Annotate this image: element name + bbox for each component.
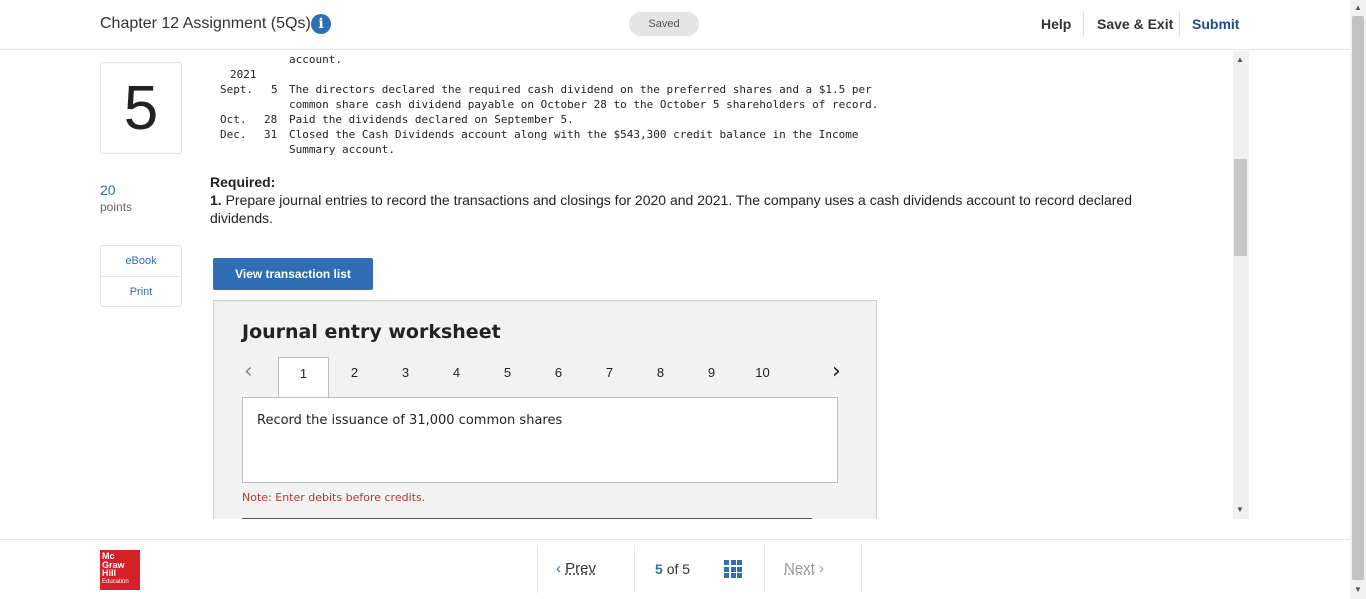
problem-date-label: Dec.: [220, 128, 247, 141]
worksheet-tab[interactable]: 10: [737, 357, 788, 398]
worksheet-tab[interactable]: 4: [431, 357, 482, 398]
of-label: of: [666, 561, 679, 577]
problem-day: 28: [264, 113, 278, 126]
question-number: 5: [100, 62, 182, 154]
problem-line: Closed the Cash Dividends account along …: [289, 128, 859, 141]
header-divider: [1083, 12, 1084, 36]
print-button[interactable]: Print: [101, 276, 181, 306]
chevron-left-icon: ‹: [556, 560, 561, 577]
prev-label: Prev: [565, 560, 597, 577]
journal-entry-worksheet: Journal entry worksheet ‹ 1 2 3 4 5 6 7 …: [213, 300, 877, 519]
save-exit-link[interactable]: Save & Exit: [1097, 16, 1173, 32]
worksheet-description: Record the issuance of 31,000 common sha…: [257, 413, 563, 428]
scroll-down-icon[interactable]: ▼: [1236, 505, 1244, 514]
worksheet-title: Journal entry worksheet: [242, 321, 501, 343]
top-header: Chapter 12 Assignment (5Qs) i Saved Help…: [0, 0, 1350, 50]
problem-year: 2021: [230, 68, 257, 81]
worksheet-tab[interactable]: 9: [686, 357, 737, 398]
worksheet-tab[interactable]: 5: [482, 357, 533, 398]
content-scrollbar[interactable]: [1233, 51, 1249, 519]
required-heading: Required:: [210, 174, 276, 190]
required-item-number: 1.: [210, 192, 222, 208]
info-icon[interactable]: i: [311, 14, 331, 34]
worksheet-tab[interactable]: 7: [584, 357, 635, 398]
problem-date-label: Sept.: [220, 83, 254, 96]
divider: [537, 545, 538, 593]
problem-line: common share cash dividend payable on Oc…: [289, 98, 879, 111]
assignment-title: Chapter 12 Assignment (5Qs): [100, 15, 311, 32]
required-item: 1. Prepare journal entries to record the…: [210, 191, 1150, 227]
logo-text: Hill: [102, 568, 117, 578]
worksheet-panel: Record the issuance of 31,000 common sha…: [242, 397, 838, 483]
next-button[interactable]: Next ›: [784, 560, 824, 577]
mcgraw-hill-logo: Mc Graw Hill Education: [100, 550, 140, 590]
page-indicator: 5 of 5: [655, 561, 690, 577]
points-value: 20: [100, 182, 116, 198]
problem-line: Paid the dividends declared on September…: [289, 113, 574, 126]
divider: [764, 545, 765, 593]
view-transaction-list-button[interactable]: View transaction list: [213, 258, 373, 290]
window-scrollbar-thumb[interactable]: [1352, 16, 1364, 580]
current-page: 5: [655, 561, 663, 577]
chevron-right-icon[interactable]: ›: [832, 359, 841, 384]
problem-line: Summary account.: [289, 143, 395, 156]
worksheet-tab[interactable]: 8: [635, 357, 686, 398]
question-tools: eBook Print: [100, 245, 182, 307]
worksheet-tab[interactable]: 6: [533, 357, 584, 398]
required-item-text: Prepare journal entries to record the tr…: [210, 192, 1132, 226]
divider: [861, 545, 862, 593]
problem-line: The directors declared the required cash…: [289, 83, 872, 96]
worksheet-note: Note: Enter debits before credits.: [242, 491, 426, 504]
prev-button[interactable]: ‹ Prev: [556, 560, 596, 577]
submit-link[interactable]: Submit: [1192, 16, 1239, 32]
chevron-right-icon: ›: [819, 560, 825, 577]
points-label: points: [100, 200, 133, 214]
divider: [242, 518, 812, 519]
total-pages: 5: [682, 561, 691, 577]
divider: [634, 545, 635, 593]
worksheet-tabs: 1 2 3 4 5 6 7 8 9 10: [278, 357, 788, 399]
question-content: account. 2021 Sept. 5 The directors decl…: [196, 51, 1232, 519]
next-label: Next: [784, 560, 815, 577]
problem-date-label: Oct.: [220, 113, 247, 126]
scroll-up-icon[interactable]: ▲: [1236, 55, 1244, 64]
ebook-button[interactable]: eBook: [101, 246, 181, 276]
saved-status-badge: Saved: [629, 12, 699, 36]
scroll-up-icon[interactable]: ▲: [1354, 3, 1362, 12]
worksheet-tab[interactable]: 1: [278, 357, 329, 399]
header-divider: [1179, 12, 1180, 36]
problem-line: account.: [289, 53, 342, 66]
scroll-down-icon[interactable]: ▼: [1354, 585, 1362, 594]
worksheet-tab[interactable]: 2: [329, 357, 380, 398]
grid-icon[interactable]: [724, 560, 742, 578]
problem-day: 31: [264, 128, 278, 141]
problem-day: 5: [271, 83, 278, 96]
logo-text: Education: [102, 578, 129, 585]
worksheet-tab[interactable]: 3: [380, 357, 431, 398]
chevron-left-icon[interactable]: ‹: [244, 359, 253, 384]
help-link[interactable]: Help: [1041, 16, 1071, 32]
content-scrollbar-thumb[interactable]: [1234, 159, 1247, 256]
